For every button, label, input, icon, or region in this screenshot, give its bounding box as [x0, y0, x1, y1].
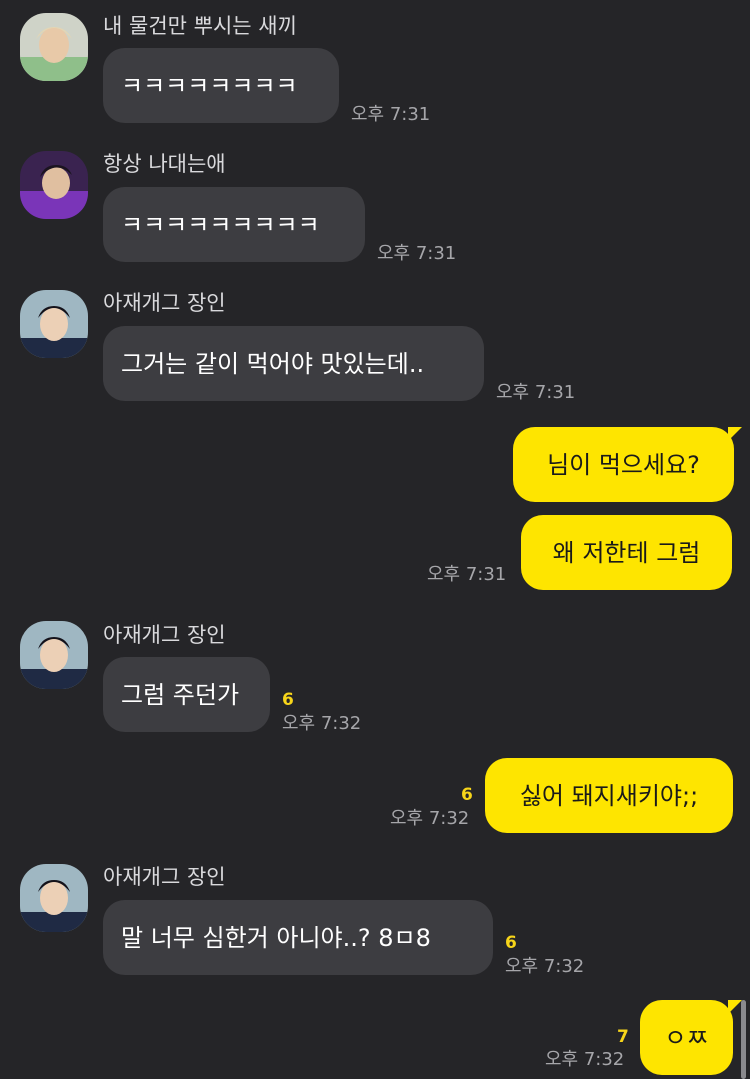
sender-name: 항상 나대는애: [103, 152, 226, 176]
message-time: 오후 7:32: [545, 1049, 625, 1070]
my-message-bubble[interactable]: 싫어 돼지새키야;;: [485, 758, 733, 833]
bubble-tail: [728, 1000, 742, 1014]
message-time: 오후 7:31: [427, 564, 507, 585]
unread-count: 6: [282, 690, 294, 710]
message-bubble[interactable]: ㅋㅋㅋㅋㅋㅋㅋㅋ: [103, 48, 339, 123]
message-time: 오후 7:32: [505, 956, 585, 977]
message-time: 오후 7:31: [377, 243, 457, 264]
message-text: 왜 저한테 그럼: [552, 538, 701, 567]
my-message-bubble[interactable]: ㅇㅉ: [640, 1000, 733, 1075]
message-bubble[interactable]: 그럼 주던가: [103, 657, 270, 732]
unread-count: 6: [461, 785, 473, 805]
message-text: 그럼 주던가: [121, 680, 240, 709]
message-text: 싫어 돼지새키야;;: [519, 781, 699, 810]
my-message-bubble[interactable]: 님이 먹으세요?: [513, 427, 734, 502]
message-time: 오후 7:32: [282, 713, 362, 734]
avatar-friend-2[interactable]: [20, 151, 88, 219]
avatar-friend-1[interactable]: [20, 13, 88, 81]
sender-name: 아재개그 장인: [103, 623, 226, 647]
avatar-friend-3[interactable]: [20, 621, 88, 689]
my-message-bubble[interactable]: 왜 저한테 그럼: [521, 515, 732, 590]
scrollbar[interactable]: [741, 1000, 746, 1079]
message-text: 말 너무 심한거 아니야..? 8ㅁ8: [121, 923, 431, 952]
sender-name: 아재개그 장인: [103, 865, 226, 889]
message-bubble[interactable]: 말 너무 심한거 아니야..? 8ㅁ8: [103, 900, 493, 975]
message-text: ㅋㅋㅋㅋㅋㅋㅋㅋ: [121, 71, 298, 100]
unread-count: 7: [617, 1027, 629, 1047]
sender-name: 내 물건만 뿌시는 새끼: [103, 14, 297, 38]
message-text: 님이 먹으세요?: [547, 450, 700, 479]
message-time: 오후 7:32: [390, 808, 470, 829]
message-text: 그거는 같이 먹어야 맛있는데..: [121, 349, 425, 378]
message-time: 오후 7:31: [351, 104, 431, 125]
message-text: ㅋㅋㅋㅋㅋㅋㅋㅋㅋ: [121, 210, 320, 239]
message-time: 오후 7:31: [496, 382, 576, 403]
avatar-friend-3[interactable]: [20, 290, 88, 358]
message-bubble[interactable]: 그거는 같이 먹어야 맛있는데..: [103, 326, 484, 401]
message-text: ㅇㅉ: [664, 1023, 709, 1052]
message-bubble[interactable]: ㅋㅋㅋㅋㅋㅋㅋㅋㅋ: [103, 187, 365, 262]
bubble-tail: [728, 427, 742, 441]
unread-count: 6: [505, 933, 517, 953]
avatar-friend-3[interactable]: [20, 864, 88, 932]
sender-name: 아재개그 장인: [103, 291, 226, 315]
